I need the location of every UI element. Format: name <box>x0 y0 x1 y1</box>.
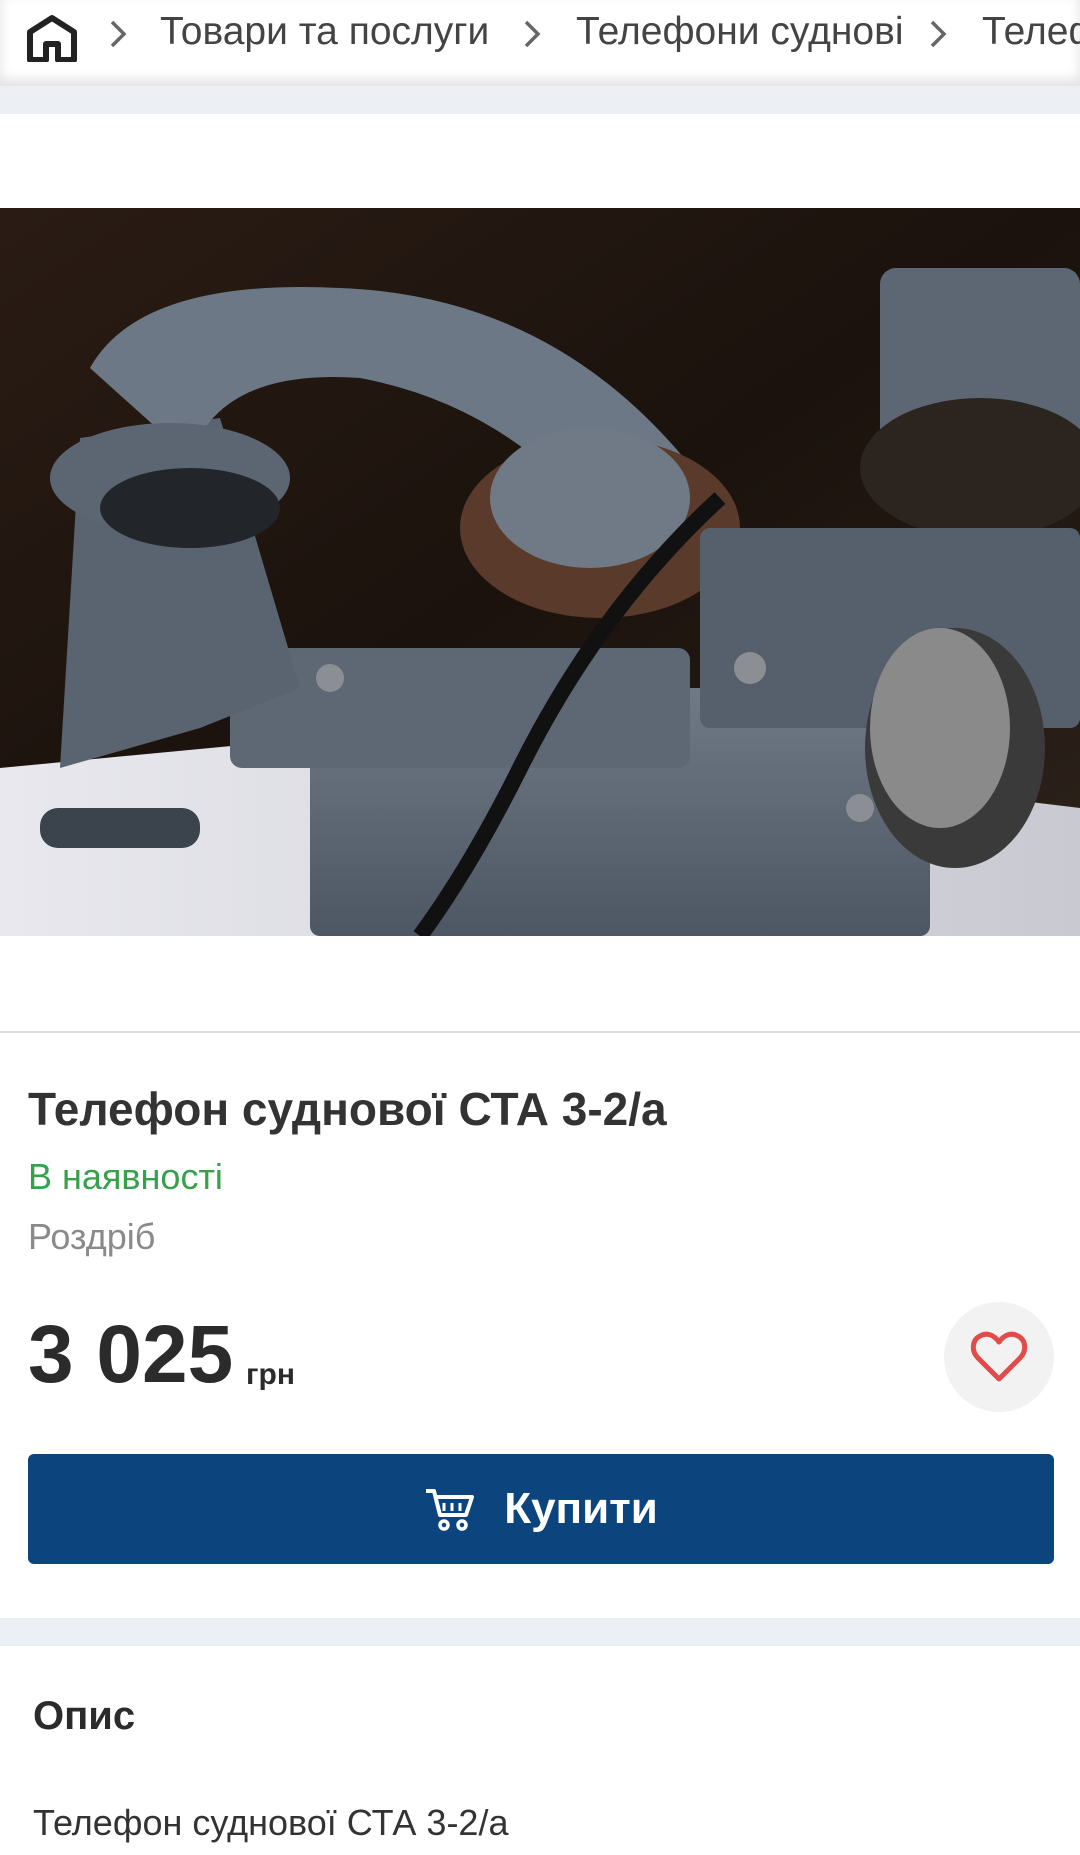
breadcrumb: Товари та послуги Телефони суднові Телеф <box>0 0 1080 86</box>
description-text: Телефон суднової СТА 3-2/а <box>33 1802 509 1843</box>
sale-type: Роздріб <box>28 1216 156 1257</box>
heart-icon <box>970 1331 1028 1382</box>
breadcrumb-item-current[interactable]: Телеф <box>982 8 1080 56</box>
divider <box>0 1031 1080 1033</box>
chevron-right-icon <box>524 20 541 48</box>
product-title: Телефон суднової СТА 3-2/а <box>28 1083 667 1135</box>
chevron-right-icon <box>110 20 127 48</box>
buy-button-label: Купити <box>504 1484 658 1533</box>
section-gap <box>0 1618 1080 1646</box>
description-heading: Опис <box>33 1694 136 1738</box>
breadcrumb-item-goods[interactable]: Товари та послуги <box>160 8 489 56</box>
breadcrumb-item-ship-phones[interactable]: Телефони суднові <box>576 8 903 56</box>
buy-button[interactable]: Купити <box>28 1454 1054 1564</box>
section-gap <box>0 86 1080 114</box>
favorite-button[interactable] <box>944 1302 1054 1412</box>
chevron-right-icon <box>930 20 947 48</box>
product-photo[interactable] <box>0 208 1080 936</box>
home-icon[interactable] <box>26 14 78 62</box>
cart-icon <box>426 1489 475 1531</box>
price-currency: грн <box>246 1358 295 1391</box>
availability-status: В наявності <box>28 1156 223 1197</box>
price-value: 3 025 <box>28 1309 234 1400</box>
